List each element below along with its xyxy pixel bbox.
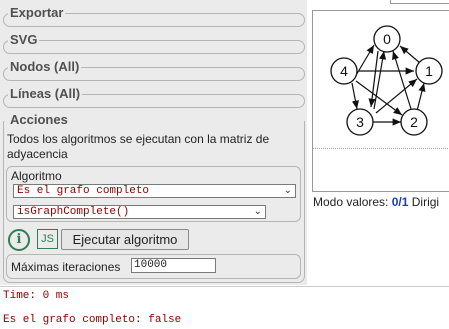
chevron-down-icon: ⌄ — [283, 185, 292, 196]
acciones-description: Todos los algoritmos se ejecutan con la … — [7, 132, 270, 161]
edge-4-3 — [351, 82, 359, 110]
control-panel: Exportar SVG Nodos (All) Líneas (All) Ac… — [0, 0, 307, 285]
graph-separator — [313, 148, 449, 149]
edge-4-0 — [354, 44, 375, 78]
mode-label: Modo valores: — [313, 195, 389, 209]
edge-2-0 — [392, 50, 412, 110]
node-1-label: 1 — [425, 63, 433, 79]
section-lineas[interactable]: Líneas (All) — [3, 86, 305, 108]
section-nodos[interactable]: Nodos (All) — [3, 59, 305, 81]
section-svg-title[interactable]: SVG — [8, 32, 40, 48]
mode-status: Modo valores: 0/1 Dirigi — [313, 195, 439, 209]
function-select[interactable]: isGraphComplete() ⌄ — [13, 205, 266, 219]
mode-value[interactable]: 0/1 — [392, 195, 409, 209]
node-2-label: 2 — [410, 114, 418, 130]
js-icon[interactable]: JS — [37, 229, 58, 249]
directed-label[interactable]: Dirigi — [412, 195, 439, 209]
section-nodos-title[interactable]: Nodos (All) — [8, 59, 82, 75]
graph-nodes: 0 1 2 3 4 — [330, 25, 443, 136]
divider — [0, 286, 449, 287]
node-4[interactable]: 4 — [330, 57, 358, 85]
iterations-label: Máximas iteraciones — [11, 260, 121, 274]
node-2[interactable]: 2 — [400, 108, 428, 136]
algorithm-label: Algoritmo — [11, 169, 62, 183]
chevron-down-icon: ⌄ — [253, 206, 262, 217]
algorithm-box: Algoritmo Es el grafo completo ⌄ isGraph… — [6, 166, 301, 222]
edge-0-3 — [368, 50, 379, 108]
node-1[interactable]: 1 — [415, 57, 443, 85]
node-0-label: 0 — [383, 31, 391, 47]
graph-canvas[interactable]: 0 1 2 3 4 — [312, 10, 449, 192]
node-3[interactable]: 3 — [346, 108, 374, 136]
node-0[interactable]: 0 — [373, 25, 401, 53]
graph-top-frame — [390, 0, 449, 4]
algorithm-select[interactable]: Es el grafo completo ⌄ — [13, 184, 296, 198]
output-time: Time: 0 ms — [3, 290, 70, 302]
algorithm-select-value: Es el grafo completo — [17, 185, 150, 197]
iterations-input[interactable]: 10000 — [131, 258, 216, 273]
section-acciones-title[interactable]: Acciones — [8, 112, 70, 128]
graph-svg[interactable]: 0 1 2 3 4 — [313, 11, 449, 193]
section-svg[interactable]: SVG — [3, 32, 305, 54]
node-4-label: 4 — [340, 63, 348, 79]
info-icon[interactable]: i — [8, 229, 30, 251]
iterations-box: Máximas iteraciones 10000 — [6, 254, 301, 279]
run-algorithm-button[interactable]: Ejecutar algoritmo — [61, 229, 189, 250]
output-result: Es el grafo completo: false — [3, 314, 182, 326]
function-select-value: isGraphComplete() — [17, 206, 130, 218]
section-exportar[interactable]: Exportar — [3, 5, 305, 27]
section-exportar-title[interactable]: Exportar — [8, 5, 66, 21]
node-3-label: 3 — [356, 114, 364, 130]
edge-2-1 — [416, 82, 426, 112]
edge-1-0 — [399, 45, 421, 64]
section-lineas-title[interactable]: Líneas (All) — [8, 86, 83, 102]
